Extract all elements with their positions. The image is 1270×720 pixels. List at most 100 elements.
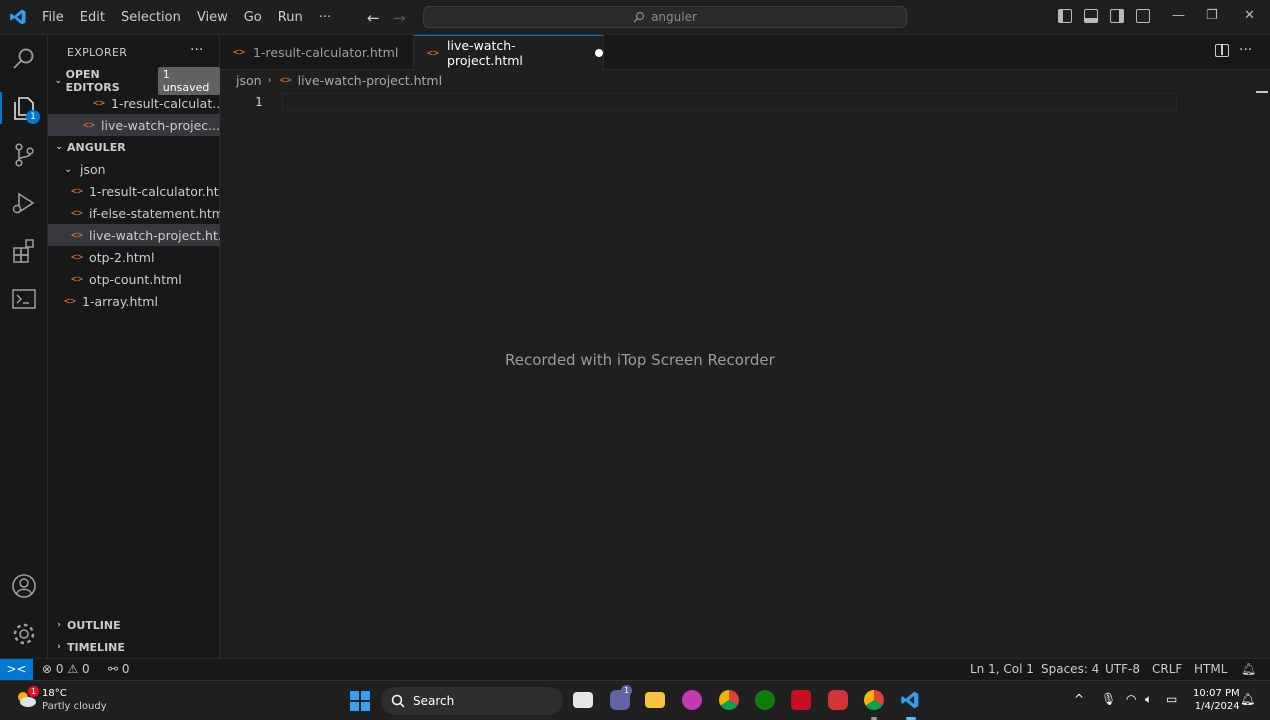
close-icon[interactable]: ✕ xyxy=(1244,8,1255,23)
scrollbar-marker xyxy=(1256,91,1268,93)
taskbar-search[interactable]: Search xyxy=(381,687,563,715)
toggle-primary-sidebar-icon[interactable] xyxy=(1058,9,1072,23)
html-file-icon: <> xyxy=(93,97,106,109)
task-view-icon[interactable] xyxy=(573,692,593,708)
back-arrow-icon[interactable]: ← xyxy=(367,9,380,27)
source-control-icon[interactable] xyxy=(11,142,37,168)
tab-live-watch-project[interactable]: <> live-watch-project.html xyxy=(414,35,604,70)
menu-edit[interactable]: Edit xyxy=(80,10,105,25)
html-file-icon: <> xyxy=(71,229,84,241)
menu-selection[interactable]: Selection xyxy=(121,10,181,25)
file-item[interactable]: <> otp-count.html xyxy=(48,268,220,290)
editor-tabs: <> 1-result-calculator.html <> live-watc… xyxy=(220,35,1270,70)
html-file-icon: <> xyxy=(233,47,246,58)
wps-office-icon[interactable] xyxy=(682,690,702,710)
encoding[interactable]: UTF-8 xyxy=(1105,662,1140,676)
tab-result-calculator[interactable]: <> 1-result-calculator.html xyxy=(220,35,414,70)
explorer-badge: 1 xyxy=(26,110,40,124)
open-editors-header[interactable]: ⌄ OPEN EDITORS 1 unsaved xyxy=(48,67,220,95)
menu-more[interactable]: ··· xyxy=(319,10,331,25)
forward-arrow-icon[interactable]: → xyxy=(393,9,406,27)
ports-count: 0 xyxy=(121,662,130,676)
customize-layout-icon[interactable] xyxy=(1136,9,1150,23)
screen-recorder-icon[interactable] xyxy=(828,690,848,710)
notifications-bell-icon[interactable]: 🔔︎ xyxy=(1241,662,1256,676)
breadcrumb: json › <> live-watch-project.html xyxy=(236,73,442,88)
modified-dot-icon[interactable] xyxy=(595,49,603,57)
line-ending[interactable]: CRLF xyxy=(1152,662,1182,676)
file-item[interactable]: <> if-else-statement.html xyxy=(48,202,220,224)
file-explorer-icon[interactable] xyxy=(645,692,665,708)
file-label: 1-array.html xyxy=(82,293,158,309)
breadcrumb-folder[interactable]: json xyxy=(236,73,262,88)
app-red-icon[interactable] xyxy=(791,690,811,710)
warning-count: 0 xyxy=(81,662,90,676)
file-item[interactable]: <> 1-array.html xyxy=(48,290,220,312)
menu-view[interactable]: View xyxy=(197,10,228,25)
file-item[interactable]: <> 1-result-calculator.ht... xyxy=(48,180,220,202)
accounts-icon[interactable] xyxy=(11,573,37,599)
command-center-search[interactable]: anguler xyxy=(423,6,907,28)
error-count: 0 xyxy=(55,662,64,676)
broadcast-icon: ⚯ xyxy=(108,662,119,676)
windows-start-icon[interactable] xyxy=(350,691,370,711)
file-item[interactable]: <> otp-2.html xyxy=(48,246,220,268)
extensions-icon[interactable] xyxy=(11,238,37,264)
editor-more-icon[interactable]: ··· xyxy=(1239,42,1252,58)
cursor-position[interactable]: Ln 1, Col 1 xyxy=(970,662,1034,676)
search-view-icon[interactable] xyxy=(11,46,37,72)
outline-header[interactable]: › OUTLINE xyxy=(48,614,220,636)
xbox-icon[interactable] xyxy=(755,690,775,710)
battery-icon[interactable]: ▭ xyxy=(1166,692,1177,706)
open-editor-item[interactable]: <> live-watch-projec... xyxy=(48,114,220,136)
run-debug-icon[interactable] xyxy=(11,190,37,216)
notification-bell-icon[interactable]: 🔔︎ xyxy=(1240,692,1255,706)
chrome-profile-icon[interactable] xyxy=(864,690,884,710)
toggle-panel-icon[interactable] xyxy=(1084,9,1098,23)
folder-item-json[interactable]: ⌄ json xyxy=(48,158,220,180)
speaker-icon[interactable]: 🔈︎ xyxy=(1145,692,1152,707)
tab-label: 1-result-calculator.html xyxy=(253,45,399,60)
settings-gear-icon[interactable] xyxy=(11,621,37,647)
chrome-icon[interactable] xyxy=(719,690,739,710)
open-editor-item[interactable]: <> 1-result-calculat... xyxy=(48,92,220,114)
outline-label: OUTLINE xyxy=(67,618,121,632)
minimize-icon[interactable]: — xyxy=(1172,8,1185,23)
split-editor-icon[interactable] xyxy=(1215,44,1229,57)
warning-icon: ⚠ xyxy=(67,662,79,676)
chevron-down-icon: ⌄ xyxy=(55,142,63,152)
folder-label: ANGULER xyxy=(67,140,126,154)
editor-area[interactable]: json › <> live-watch-project.html 1 Reco… xyxy=(220,70,1270,658)
restore-icon[interactable]: ❐ xyxy=(1206,8,1218,23)
ports-indicator[interactable]: ⚯ 0 xyxy=(108,662,130,676)
wifi-icon[interactable]: ◠ xyxy=(1126,692,1136,706)
remote-icon[interactable]: >< xyxy=(0,659,33,681)
language-mode[interactable]: HTML xyxy=(1194,662,1227,676)
html-file-icon: <> xyxy=(71,185,84,197)
status-bar: >< ⊗ 0 ⚠ 0 ⚯ 0 Ln 1, Col 1 Spaces: 4 UTF… xyxy=(0,658,1270,681)
folder-header[interactable]: ⌄ ANGULER xyxy=(48,136,220,158)
problems-indicator[interactable]: ⊗ 0 ⚠ 0 xyxy=(42,662,90,676)
timeline-header[interactable]: › TIMELINE xyxy=(48,636,220,658)
html-file-icon: <> xyxy=(71,251,84,263)
sidebar-more-icon[interactable]: ··· xyxy=(190,42,203,58)
vscode-taskbar-icon[interactable] xyxy=(900,690,920,710)
menu-file[interactable]: File xyxy=(42,10,64,25)
microphone-icon[interactable]: 🎙︎ xyxy=(1101,692,1116,706)
chevron-right-icon: › xyxy=(57,642,61,652)
chevron-down-icon: ⌄ xyxy=(64,163,73,175)
indentation[interactable]: Spaces: 4 xyxy=(1041,662,1099,676)
file-item[interactable]: <> live-watch-project.ht... xyxy=(48,224,220,246)
breadcrumb-file[interactable]: live-watch-project.html xyxy=(298,73,442,88)
menu-bar: File Edit Selection View Go Run ··· xyxy=(42,0,347,35)
terminal-icon[interactable] xyxy=(11,286,37,312)
open-editors-label: OPEN EDITORS xyxy=(65,68,120,94)
toggle-secondary-sidebar-icon[interactable] xyxy=(1110,9,1124,23)
system-clock[interactable]: 10:07 PM 1/4/2024 xyxy=(1193,687,1240,713)
chevron-up-icon[interactable]: ^ xyxy=(1074,692,1084,706)
teams-badge: 1 xyxy=(621,685,632,696)
current-line-highlight xyxy=(282,93,1177,111)
search-text: anguler xyxy=(651,10,697,24)
menu-go[interactable]: Go xyxy=(244,10,262,25)
menu-run[interactable]: Run xyxy=(278,10,303,25)
